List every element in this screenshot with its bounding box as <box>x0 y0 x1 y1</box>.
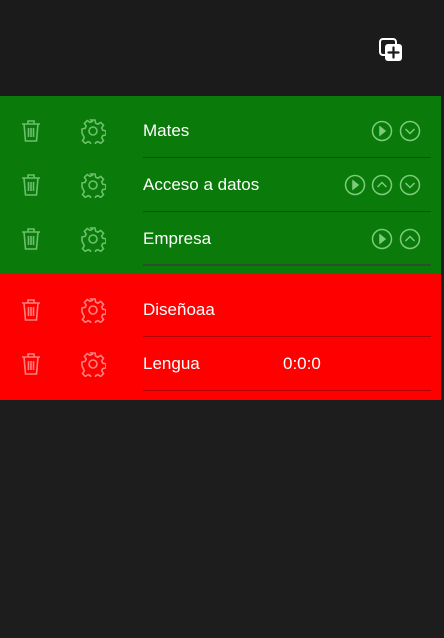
list-item: Mates <box>0 104 441 158</box>
play-circle-icon <box>371 228 393 250</box>
list-item: Diseñoaa <box>0 283 441 337</box>
delete-button[interactable] <box>19 351 43 377</box>
move-up-button[interactable] <box>371 174 393 196</box>
inactive-subjects-list: Diseñoaa Lengua 0:0:0 <box>0 274 441 400</box>
play-circle-icon <box>344 174 366 196</box>
gear-icon <box>81 227 106 252</box>
chevron-down-circle-icon <box>399 120 421 142</box>
trash-icon <box>22 353 40 375</box>
settings-button[interactable] <box>80 172 106 198</box>
settings-button[interactable] <box>80 351 106 377</box>
move-down-button[interactable] <box>399 174 421 196</box>
timer-value: 0:0:0 <box>283 354 321 373</box>
chevron-up-circle-icon <box>371 174 393 196</box>
subject-name[interactable]: Mates <box>143 104 189 158</box>
settings-button[interactable] <box>80 226 106 252</box>
add-copy-icon <box>379 38 402 61</box>
delete-button[interactable] <box>19 172 43 198</box>
gear-icon <box>81 119 106 144</box>
subject-name[interactable]: Diseñoaa <box>143 283 215 337</box>
delete-button[interactable] <box>19 118 43 144</box>
gear-icon <box>81 173 106 198</box>
list-item: Lengua 0:0:0 <box>0 337 441 391</box>
subject-name[interactable]: Acceso a datos <box>143 158 259 212</box>
play-button[interactable] <box>371 228 393 250</box>
settings-button[interactable] <box>80 118 106 144</box>
trash-icon <box>22 299 40 321</box>
chevron-up-circle-icon <box>399 228 421 250</box>
play-circle-icon <box>371 120 393 142</box>
divider <box>143 264 431 266</box>
header-bar <box>0 0 444 96</box>
active-subjects-list: Mates Acceso a datos Empresa <box>0 96 441 274</box>
trash-icon <box>22 174 40 196</box>
trash-icon <box>22 228 40 250</box>
list-item: Acceso a datos <box>0 158 441 212</box>
play-button[interactable] <box>344 174 366 196</box>
play-button[interactable] <box>371 120 393 142</box>
subject-name[interactable]: Empresa <box>143 212 211 266</box>
gear-icon <box>81 352 106 377</box>
list-item: Empresa <box>0 212 441 266</box>
subject-name[interactable]: Lengua <box>143 337 200 391</box>
divider <box>143 390 431 391</box>
trash-icon <box>22 120 40 142</box>
delete-button[interactable] <box>19 297 43 323</box>
move-up-button[interactable] <box>399 228 421 250</box>
delete-button[interactable] <box>19 226 43 252</box>
add-subject-button[interactable] <box>377 36 405 64</box>
gear-icon <box>81 298 106 323</box>
chevron-down-circle-icon <box>399 174 421 196</box>
move-down-button[interactable] <box>399 120 421 142</box>
settings-button[interactable] <box>80 297 106 323</box>
